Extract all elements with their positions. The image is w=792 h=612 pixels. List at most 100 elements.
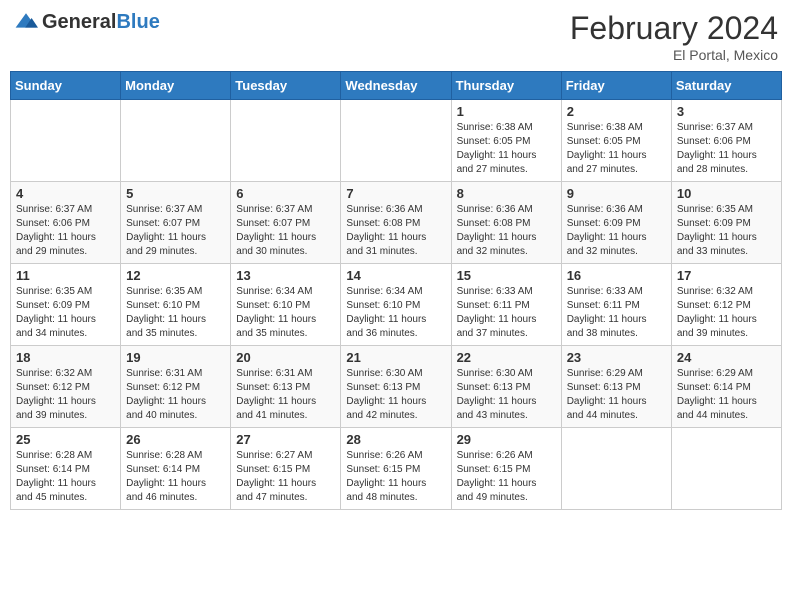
day-info: Sunrise: 6:33 AM Sunset: 6:11 PM Dayligh… [457,285,556,341]
calendar-cell: 25 Sunrise: 6:28 AM Sunset: 6:14 PM Dayli… [11,428,121,510]
calendar-cell: 14 Sunrise: 6:34 AM Sunset: 6:10 PM Dayli… [341,264,451,346]
day-number: 21 [346,350,445,365]
day-number: 1 [457,104,556,119]
calendar-cell: 8 Sunrise: 6:36 AM Sunset: 6:08 PM Daylig… [451,182,561,264]
calendar-week-row: 1 Sunrise: 6:38 AM Sunset: 6:05 PM Daylig… [11,100,782,182]
day-info: Sunrise: 6:27 AM Sunset: 6:15 PM Dayligh… [236,449,335,505]
day-number: 16 [567,268,666,283]
day-number: 3 [677,104,776,119]
day-number: 10 [677,186,776,201]
day-number: 19 [126,350,225,365]
day-info: Sunrise: 6:36 AM Sunset: 6:08 PM Dayligh… [457,203,556,259]
day-info: Sunrise: 6:35 AM Sunset: 6:09 PM Dayligh… [677,203,776,259]
header: GeneralBlue February 2024 El Portal, Mex… [10,10,782,63]
calendar-cell [11,100,121,182]
day-info: Sunrise: 6:26 AM Sunset: 6:15 PM Dayligh… [346,449,445,505]
day-info: Sunrise: 6:33 AM Sunset: 6:11 PM Dayligh… [567,285,666,341]
calendar-cell: 1Sunrise: 6:38 AM Sunset: 6:05 PM Daylig… [451,100,561,182]
day-number: 23 [567,350,666,365]
day-info: Sunrise: 6:29 AM Sunset: 6:13 PM Dayligh… [567,367,666,423]
calendar-cell: 18 Sunrise: 6:32 AM Sunset: 6:12 PM Dayli… [11,346,121,428]
calendar-cell [121,100,231,182]
day-info: Sunrise: 6:26 AM Sunset: 6:15 PM Dayligh… [457,449,556,505]
day-number: 29 [457,432,556,447]
day-of-week-header: Saturday [671,72,781,100]
calendar-cell: 6 Sunrise: 6:37 AM Sunset: 6:07 PM Daylig… [231,182,341,264]
day-number: 13 [236,268,335,283]
title-area: February 2024 El Portal, Mexico [570,10,778,63]
day-number: 18 [16,350,115,365]
day-number: 9 [567,186,666,201]
calendar-cell: 16 Sunrise: 6:33 AM Sunset: 6:11 PM Dayli… [561,264,671,346]
calendar-cell [561,428,671,510]
day-info: Sunrise: 6:34 AM Sunset: 6:10 PM Dayligh… [236,285,335,341]
calendar-cell: 12 Sunrise: 6:35 AM Sunset: 6:10 PM Dayli… [121,264,231,346]
calendar-cell: 3 Sunrise: 6:37 AM Sunset: 6:06 PM Daylig… [671,100,781,182]
day-number: 28 [346,432,445,447]
day-of-week-header: Friday [561,72,671,100]
logo-text-blue: Blue [116,11,159,33]
day-info: Sunrise: 6:37 AM Sunset: 6:07 PM Dayligh… [236,203,335,259]
calendar-cell: 23 Sunrise: 6:29 AM Sunset: 6:13 PM Dayli… [561,346,671,428]
day-number: 26 [126,432,225,447]
day-number: 24 [677,350,776,365]
day-number: 27 [236,432,335,447]
day-info: Sunrise: 6:35 AM Sunset: 6:09 PM Dayligh… [16,285,115,341]
day-number: 8 [457,186,556,201]
day-info: Sunrise: 6:37 AM Sunset: 6:06 PM Dayligh… [677,121,776,177]
calendar-week-row: 11 Sunrise: 6:35 AM Sunset: 6:09 PM Dayli… [11,264,782,346]
calendar-cell: 17 Sunrise: 6:32 AM Sunset: 6:12 PM Dayli… [671,264,781,346]
calendar-cell [231,100,341,182]
day-of-week-header: Tuesday [231,72,341,100]
day-number: 12 [126,268,225,283]
day-info: Sunrise: 6:32 AM Sunset: 6:12 PM Dayligh… [677,285,776,341]
day-info: Sunrise: 6:30 AM Sunset: 6:13 PM Dayligh… [457,367,556,423]
location-title: El Portal, Mexico [570,47,778,63]
calendar-cell: 4 Sunrise: 6:37 AM Sunset: 6:06 PM Daylig… [11,182,121,264]
day-number: 4 [16,186,115,201]
day-number: 6 [236,186,335,201]
calendar-cell: 26Sunrise: 6:28 AM Sunset: 6:14 PM Dayli… [121,428,231,510]
calendar-cell: 19 Sunrise: 6:31 AM Sunset: 6:12 PM Dayli… [121,346,231,428]
calendar-cell: 13 Sunrise: 6:34 AM Sunset: 6:10 PM Dayli… [231,264,341,346]
day-number: 25 [16,432,115,447]
day-number: 5 [126,186,225,201]
calendar-cell: 29 Sunrise: 6:26 AM Sunset: 6:15 PM Dayli… [451,428,561,510]
calendar-cell: 11 Sunrise: 6:35 AM Sunset: 6:09 PM Dayli… [11,264,121,346]
day-info: Sunrise: 6:31 AM Sunset: 6:12 PM Dayligh… [126,367,225,423]
day-info: Sunrise: 6:29 AM Sunset: 6:14 PM Dayligh… [677,367,776,423]
calendar-week-row: 4 Sunrise: 6:37 AM Sunset: 6:06 PM Daylig… [11,182,782,264]
calendar-cell: 24 Sunrise: 6:29 AM Sunset: 6:14 PM Dayli… [671,346,781,428]
day-info: Sunrise: 6:34 AM Sunset: 6:10 PM Dayligh… [346,285,445,341]
calendar-cell: 22 Sunrise: 6:30 AM Sunset: 6:13 PM Dayli… [451,346,561,428]
day-number: 17 [677,268,776,283]
day-number: 14 [346,268,445,283]
calendar-week-row: 25 Sunrise: 6:28 AM Sunset: 6:14 PM Dayli… [11,428,782,510]
logo: GeneralBlue [14,10,160,34]
day-info: Sunrise: 6:32 AM Sunset: 6:12 PM Dayligh… [16,367,115,423]
day-info: Sunrise: 6:36 AM Sunset: 6:09 PM Dayligh… [567,203,666,259]
day-number: 11 [16,268,115,283]
day-info: Sunrise: 6:38 AM Sunset: 6:05 PM Dayligh… [567,121,666,177]
calendar-cell: 7 Sunrise: 6:36 AM Sunset: 6:08 PM Daylig… [341,182,451,264]
calendar-cell [341,100,451,182]
day-info: Sunrise: 6:36 AM Sunset: 6:08 PM Dayligh… [346,203,445,259]
day-number: 22 [457,350,556,365]
day-of-week-header: Monday [121,72,231,100]
logo-text-general: General [42,11,116,33]
month-title: February 2024 [570,10,778,47]
day-info: Sunrise: 6:35 AM Sunset: 6:10 PM Dayligh… [126,285,225,341]
day-number: 20 [236,350,335,365]
day-number: 7 [346,186,445,201]
calendar-cell: 28 Sunrise: 6:26 AM Sunset: 6:15 PM Dayli… [341,428,451,510]
day-of-week-header: Wednesday [341,72,451,100]
day-info: Sunrise: 6:30 AM Sunset: 6:13 PM Dayligh… [346,367,445,423]
calendar-cell: 10 Sunrise: 6:35 AM Sunset: 6:09 PM Dayli… [671,182,781,264]
day-info: Sunrise: 6:37 AM Sunset: 6:06 PM Dayligh… [16,203,115,259]
day-number: 15 [457,268,556,283]
calendar-cell: 27 Sunrise: 6:27 AM Sunset: 6:15 PM Dayli… [231,428,341,510]
calendar-cell: 20Sunrise: 6:31 AM Sunset: 6:13 PM Dayli… [231,346,341,428]
day-info: Sunrise: 6:28 AM Sunset: 6:14 PM Dayligh… [16,449,115,505]
calendar-cell: 2 Sunrise: 6:38 AM Sunset: 6:05 PM Daylig… [561,100,671,182]
day-number: 2 [567,104,666,119]
